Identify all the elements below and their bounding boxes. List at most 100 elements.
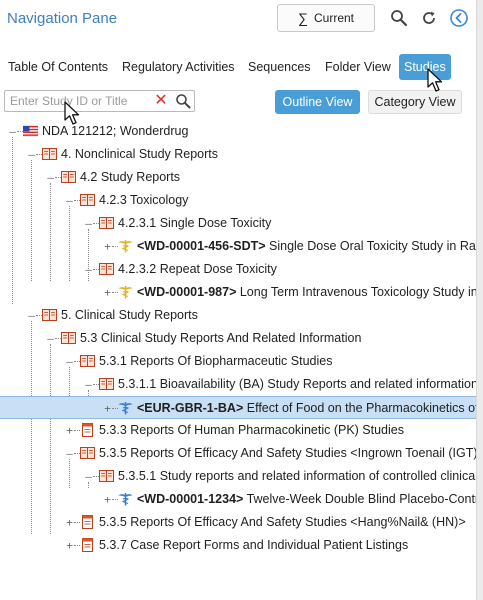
tree-node-label: 5.3.5 Reports Of Efficacy And Safety Stu…	[99, 511, 466, 534]
book-icon	[80, 193, 95, 207]
current-label: Current	[313, 11, 354, 25]
tree-node[interactable]: – 5. Clinical Study Reports	[0, 304, 476, 327]
tree-node[interactable]: + <WD-00001-456-SDT> Single Dose Oral Tox…	[0, 235, 476, 258]
study-id-tag: <EUR-GBR-1-BA>	[137, 401, 244, 415]
document-icon	[80, 423, 95, 437]
collapse-toggle-icon[interactable]: –	[65, 195, 74, 206]
expand-toggle-icon[interactable]: +	[103, 494, 112, 505]
tree-node-label: 5.3.5 Reports Of Efficacy And Safety Stu…	[99, 442, 476, 465]
tree-node[interactable]: + <EUR-GBR-1-BA> Effect of Food on the Ph…	[0, 396, 476, 419]
tree-node-title: 5.3 Clinical Study Reports And Related I…	[80, 331, 362, 345]
book-icon	[99, 377, 114, 391]
tree-node-title: 5.3.5 Reports Of Efficacy And Safety Stu…	[99, 515, 466, 529]
tree-node[interactable]: + <WD-00001-1234> Twelve-Week Double Blin…	[0, 488, 476, 511]
collapse-toggle-icon[interactable]: –	[84, 471, 93, 482]
expand-toggle-icon[interactable]: +	[103, 241, 112, 252]
search-icon[interactable]	[389, 8, 409, 28]
tree-node[interactable]: – 5.3.5.1 Study reports and related infor…	[0, 465, 476, 488]
document-icon	[80, 515, 95, 529]
study-search-box: ✕	[4, 90, 195, 112]
book-icon	[80, 354, 95, 368]
pane-splitter[interactable]	[476, 0, 483, 600]
tree-node-label: 5.3.5.1 Study reports and related inform…	[118, 465, 476, 488]
study-id-tag: <WD-00001-456-SDT>	[137, 239, 266, 253]
caduceus-yellow-icon	[118, 239, 133, 253]
tree-node-title: 5.3.1 Reports Of Biopharmaceutic Studies	[99, 354, 333, 368]
tree-node[interactable]: – 4.2.3.2 Repeat Dose Toxicity	[0, 258, 476, 281]
tree-node-title: 5.3.5.1 Study reports and related inform…	[118, 469, 476, 483]
expand-toggle-icon[interactable]: +	[65, 425, 74, 436]
tree-node[interactable]: +5.3.7 Case Report Forms and Individual …	[0, 534, 476, 557]
book-icon	[61, 170, 76, 184]
caduceus-blue-icon	[118, 401, 133, 415]
collapse-toggle-icon[interactable]: –	[46, 333, 55, 344]
tree-node-title: 5.3.5 Reports Of Efficacy And Safety Stu…	[99, 446, 476, 460]
tree-node-title: 5.3.1.1 Bioavailability (BA) Study Repor…	[118, 377, 476, 391]
collapse-toggle-icon[interactable]: –	[8, 126, 17, 137]
tree-node[interactable]: – 5.3.1 Reports Of Biopharmaceutic Studie…	[0, 350, 476, 373]
tree-node-label: 5. Clinical Study Reports	[61, 304, 198, 327]
collapse-toggle-icon[interactable]: –	[84, 264, 93, 275]
book-icon	[80, 446, 95, 460]
tree-node-title: 5. Clinical Study Reports	[61, 308, 198, 322]
tab-sequences[interactable]: Sequences	[248, 54, 311, 80]
tab-folder-view[interactable]: Folder View	[325, 54, 391, 80]
expand-toggle-icon[interactable]: +	[103, 403, 112, 414]
tree-node[interactable]: +5.3.3 Reports Of Human Pharmacokinetic …	[0, 419, 476, 442]
document-icon	[80, 538, 95, 552]
tree-node-title: 4. Nonclinical Study Reports	[61, 147, 219, 161]
tree-node-title: 4.2.3.2 Repeat Dose Toxicity	[118, 262, 277, 276]
study-tree: – NDA 121212; Wonderdrug –4. Nonclinical S…	[0, 120, 476, 560]
tab-table-of-contents[interactable]: Table Of Contents	[8, 54, 108, 80]
tree-node[interactable]: + <WD-00001-987> Long Term Intravenous To…	[0, 281, 476, 304]
tree-node-label: 5.3.1 Reports Of Biopharmaceutic Studies	[99, 350, 332, 373]
tree-node[interactable]: – 5.3.5 Reports Of Efficacy And Safety St…	[0, 442, 476, 465]
mouse-cursor-icon	[64, 101, 80, 125]
tree-node-label: 5.3.1.1 Bioavailability (BA) Study Repor…	[118, 373, 476, 396]
tree-node[interactable]: +5.3.5 Reports Of Efficacy And Safety St…	[0, 511, 476, 534]
collapse-toggle-icon[interactable]: –	[84, 218, 93, 229]
collapse-toggle-icon[interactable]: –	[65, 448, 74, 459]
pane-title: Navigation Pane	[7, 10, 118, 27]
tree-node-title: Long Term Intravenous Toxicology Study i…	[236, 285, 476, 299]
collapse-toggle-icon[interactable]: –	[65, 356, 74, 367]
expand-toggle-icon[interactable]: +	[65, 517, 74, 528]
category-view-button[interactable]: Category View	[368, 90, 462, 114]
search-go-icon[interactable]	[175, 93, 191, 109]
tree-node[interactable]: – 4.2.3.1 Single Dose Toxicity	[0, 212, 476, 235]
collapse-pane-icon[interactable]	[449, 8, 469, 28]
book-icon	[61, 331, 76, 345]
tree-node[interactable]: – 4.2 Study Reports	[0, 166, 476, 189]
expand-toggle-icon[interactable]: +	[65, 540, 74, 551]
collapse-toggle-icon[interactable]: –	[27, 310, 36, 321]
collapse-toggle-icon[interactable]: –	[84, 379, 93, 390]
tree-node-label: <WD-00001-1234> Twelve-Week Double Blind…	[137, 488, 476, 511]
tree-node-title: Effect of Food on the Pharmacokinetics o…	[243, 401, 476, 415]
tree-node[interactable]: – 5.3 Clinical Study Reports And Related …	[0, 327, 476, 350]
pane-header: Navigation Pane ∑ Current	[0, 0, 476, 36]
current-button[interactable]: ∑ Current	[277, 4, 375, 32]
tree-node[interactable]: – 4.2.3 Toxicology	[0, 189, 476, 212]
expand-toggle-icon[interactable]: +	[103, 287, 112, 298]
tree-node-label: 4.2 Study Reports	[80, 166, 180, 189]
tree-node-label: <WD-00001-987> Long Term Intravenous Tox…	[137, 281, 476, 304]
tree-node-label: 4.2.3.2 Repeat Dose Toxicity	[118, 258, 277, 281]
outline-view-button[interactable]: Outline View	[275, 90, 360, 114]
tree-node-label: 5.3.7 Case Report Forms and Individual P…	[99, 534, 408, 557]
tree-node[interactable]: – 5.3.1.1 Bioavailability (BA) Study Repo…	[0, 373, 476, 396]
caduceus-blue-icon	[118, 492, 133, 506]
book-icon	[42, 308, 57, 322]
clear-search-icon[interactable]: ✕	[153, 92, 169, 110]
sigma-icon: ∑	[298, 10, 308, 26]
refresh-icon[interactable]	[419, 8, 439, 28]
tree-node-title: 5.3.7 Case Report Forms and Individual P…	[99, 538, 409, 552]
tree-node-title: 5.3.3 Reports Of Human Pharmacokinetic (…	[99, 423, 404, 437]
book-icon	[99, 469, 114, 483]
tab-regulatory-activities[interactable]: Regulatory Activities	[122, 54, 235, 80]
study-id-tag: <WD-00001-1234>	[137, 492, 244, 506]
tree-node[interactable]: – 4. Nonclinical Study Reports	[0, 143, 476, 166]
collapse-toggle-icon[interactable]: –	[46, 172, 55, 183]
book-icon	[42, 147, 57, 161]
collapse-toggle-icon[interactable]: –	[27, 149, 36, 160]
tree-node-label: 4. Nonclinical Study Reports	[61, 143, 218, 166]
